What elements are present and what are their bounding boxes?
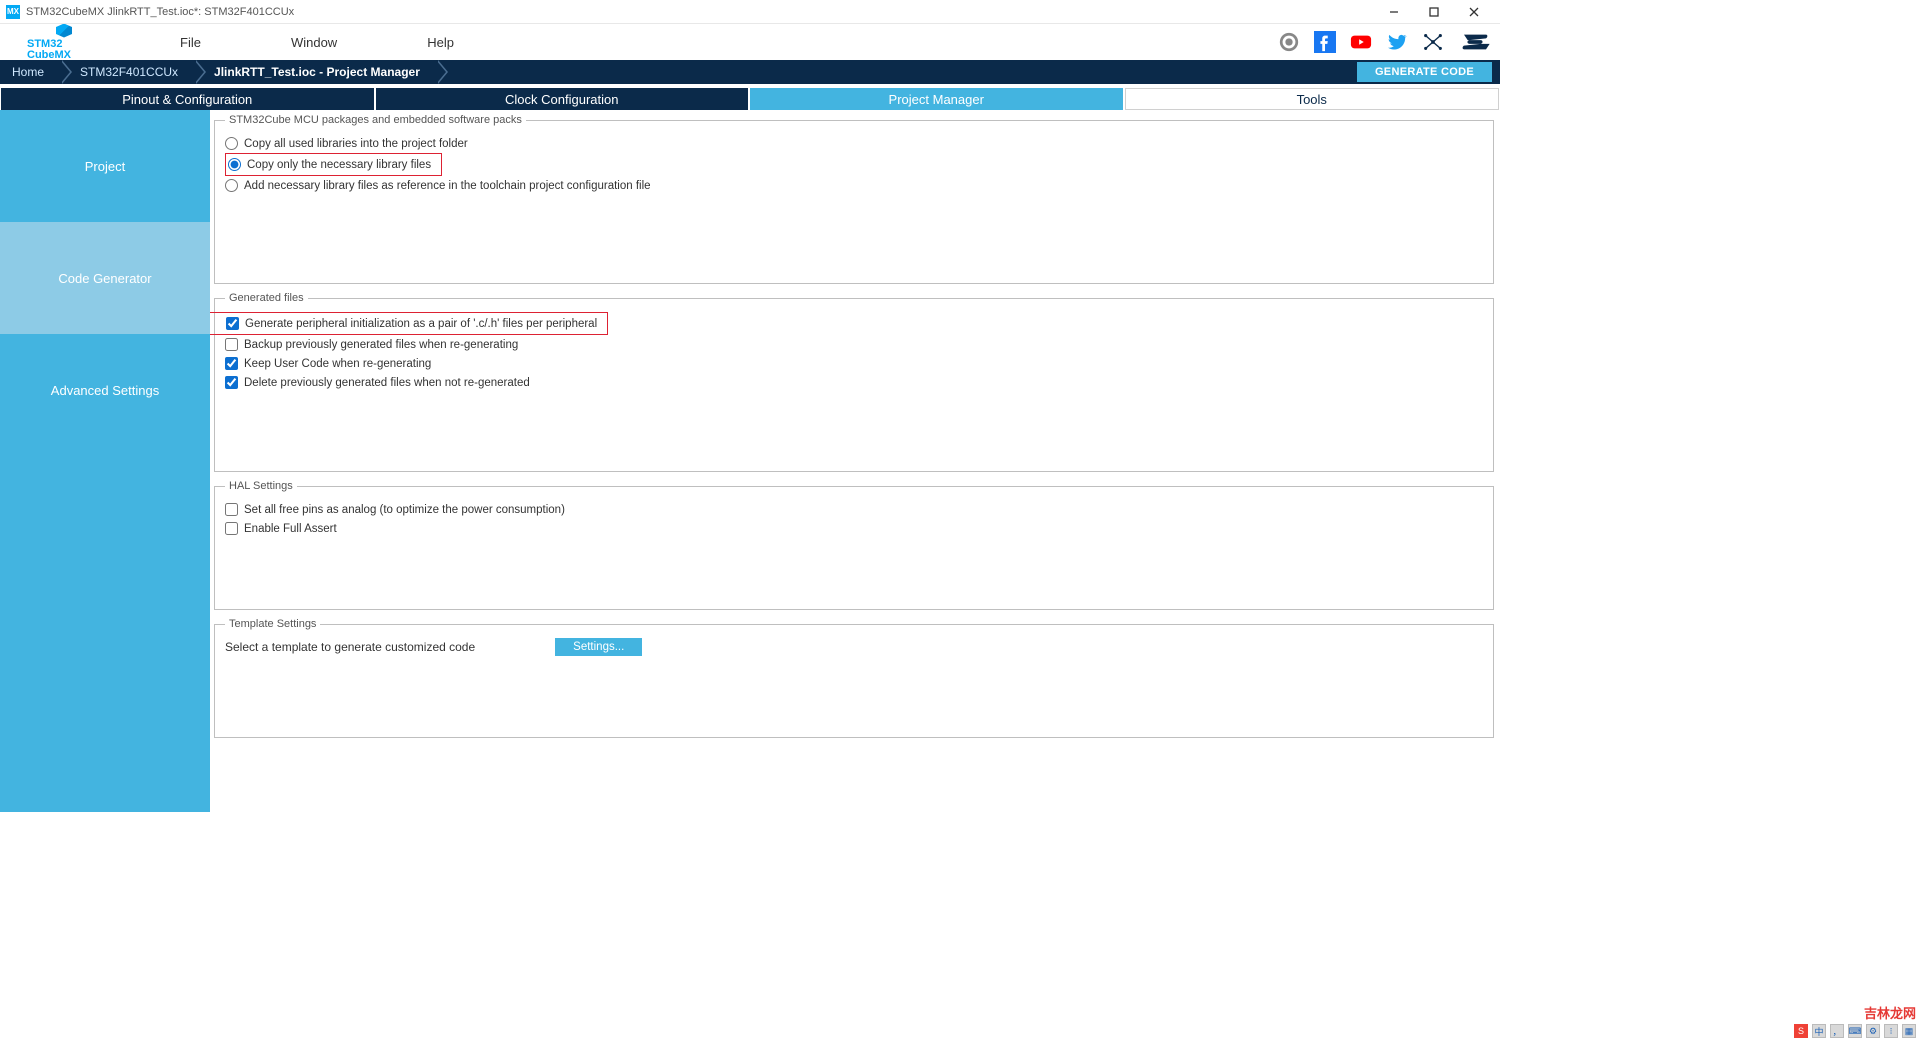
ime-cfg2[interactable]: ⁝ bbox=[1884, 1024, 1898, 1038]
label-delete-prev: Delete previously generated files when n… bbox=[244, 377, 530, 389]
label-keep-user-code: Keep User Code when re-generating bbox=[244, 358, 431, 370]
check-delete-prev[interactable] bbox=[225, 376, 238, 389]
group-template-settings: Template Settings Select a template to g… bbox=[214, 618, 1494, 738]
twitter-icon[interactable] bbox=[1386, 31, 1408, 53]
check-backup[interactable] bbox=[225, 338, 238, 351]
youtube-icon[interactable] bbox=[1350, 31, 1372, 53]
ime-punct[interactable]: ， bbox=[1830, 1024, 1844, 1038]
app-icon: MX bbox=[6, 5, 20, 19]
label-gen-pair: Generate peripheral initialization as a … bbox=[245, 318, 597, 330]
network-icon[interactable] bbox=[1422, 31, 1444, 53]
st-logo-icon[interactable] bbox=[1458, 31, 1492, 53]
legend-packages: STM32Cube MCU packages and embedded soft… bbox=[225, 114, 526, 126]
sidebar-item-code-generator[interactable]: Code Generator bbox=[0, 222, 210, 334]
pm-sidebar: Project Code Generator Advanced Settings bbox=[0, 110, 210, 812]
app-logo: STM32CubeMX bbox=[0, 24, 90, 61]
window-controls bbox=[1374, 0, 1494, 24]
tab-project-manager[interactable]: Project Manager bbox=[750, 88, 1123, 110]
ime-cfg1[interactable]: ⚙ bbox=[1866, 1024, 1880, 1038]
opt-full-assert[interactable]: Enable Full Assert bbox=[225, 519, 1483, 538]
main-area: Project Code Generator Advanced Settings… bbox=[0, 110, 1500, 812]
opt-keep-user-code[interactable]: Keep User Code when re-generating bbox=[225, 354, 1483, 373]
menu-window[interactable]: Window bbox=[291, 35, 337, 50]
label-full-assert: Enable Full Assert bbox=[244, 523, 337, 535]
ime-grid[interactable]: ▦ bbox=[1902, 1024, 1916, 1038]
opt-gen-pair[interactable]: Generate peripheral initialization as a … bbox=[210, 314, 597, 333]
content-panel: STM32Cube MCU packages and embedded soft… bbox=[210, 110, 1500, 812]
cube-icon bbox=[56, 24, 72, 38]
tab-tools[interactable]: Tools bbox=[1125, 88, 1500, 110]
check-keep-user-code[interactable] bbox=[225, 357, 238, 370]
menubar: STM32CubeMX File Window Help bbox=[0, 24, 1500, 60]
opt-copy-all[interactable]: Copy all used libraries into the project… bbox=[225, 134, 1483, 153]
titlebar: MX STM32CubeMX JlinkRTT_Test.ioc*: STM32… bbox=[0, 0, 1500, 24]
label-add-reference: Add necessary library files as reference… bbox=[244, 180, 651, 192]
ime-lang[interactable]: 中 bbox=[1812, 1024, 1826, 1038]
opt-add-reference[interactable]: Add necessary library files as reference… bbox=[225, 176, 1483, 195]
ime-bar: S 中 ， ⌨ ⚙ ⁝ ▦ bbox=[1794, 1024, 1916, 1038]
crumb-home[interactable]: Home bbox=[0, 60, 60, 84]
label-backup: Backup previously generated files when r… bbox=[244, 339, 518, 351]
sidebar-item-project[interactable]: Project bbox=[0, 110, 210, 222]
opt-delete-prev[interactable]: Delete previously generated files when n… bbox=[225, 373, 1483, 392]
menu-file[interactable]: File bbox=[180, 35, 201, 50]
legend-hal: HAL Settings bbox=[225, 480, 297, 492]
tab-pinout[interactable]: Pinout & Configuration bbox=[1, 88, 374, 110]
sidebar-fill bbox=[0, 446, 210, 812]
radio-copy-necessary[interactable] bbox=[228, 158, 241, 171]
maximize-button[interactable] bbox=[1414, 0, 1454, 24]
group-hal-settings: HAL Settings Set all free pins as analog… bbox=[214, 480, 1494, 610]
ime-icon[interactable]: S bbox=[1794, 1024, 1808, 1038]
generate-code-button[interactable]: GENERATE CODE bbox=[1357, 62, 1492, 82]
label-free-pins-analog: Set all free pins as analog (to optimize… bbox=[244, 504, 565, 516]
minimize-button[interactable] bbox=[1374, 0, 1414, 24]
radio-copy-all[interactable] bbox=[225, 137, 238, 150]
tab-clock[interactable]: Clock Configuration bbox=[376, 88, 749, 110]
close-button[interactable] bbox=[1454, 0, 1494, 24]
template-settings-button[interactable]: Settings... bbox=[555, 638, 642, 656]
ime-soft[interactable]: ⌨ bbox=[1848, 1024, 1862, 1038]
facebook-icon[interactable] bbox=[1314, 31, 1336, 53]
opt-backup[interactable]: Backup previously generated files when r… bbox=[225, 335, 1483, 354]
label-copy-necessary: Copy only the necessary library files bbox=[247, 159, 431, 171]
check-gen-pair[interactable] bbox=[226, 317, 239, 330]
crumb-page[interactable]: JlinkRTT_Test.ioc - Project Manager bbox=[194, 60, 436, 84]
check-free-pins-analog[interactable] bbox=[225, 503, 238, 516]
radio-add-reference[interactable] bbox=[225, 179, 238, 192]
breadcrumb: Home STM32F401CCUx JlinkRTT_Test.ioc - P… bbox=[0, 60, 1500, 84]
highlight-necessary: Copy only the necessary library files bbox=[225, 153, 442, 176]
opt-copy-necessary[interactable]: Copy only the necessary library files bbox=[228, 155, 431, 174]
menu-help[interactable]: Help bbox=[427, 35, 454, 50]
window-title: STM32CubeMX JlinkRTT_Test.ioc*: STM32F40… bbox=[26, 6, 1374, 18]
social-icons bbox=[1278, 31, 1492, 53]
legend-template: Template Settings bbox=[225, 618, 320, 630]
legend-generated-files: Generated files bbox=[225, 292, 308, 304]
check-full-assert[interactable] bbox=[225, 522, 238, 535]
group-packages: STM32Cube MCU packages and embedded soft… bbox=[214, 114, 1494, 284]
badge-icon[interactable] bbox=[1278, 31, 1300, 53]
opt-free-pins-analog[interactable]: Set all free pins as analog (to optimize… bbox=[225, 500, 1483, 519]
main-tabs: Pinout & Configuration Clock Configurati… bbox=[0, 88, 1500, 110]
sidebar-item-advanced[interactable]: Advanced Settings bbox=[0, 334, 210, 446]
label-copy-all: Copy all used libraries into the project… bbox=[244, 138, 468, 150]
watermark: 吉林龙网 bbox=[1864, 1003, 1916, 1022]
crumb-chip[interactable]: STM32F401CCUx bbox=[60, 60, 194, 84]
template-prompt: Select a template to generate customized… bbox=[225, 640, 475, 654]
group-generated-files: Generated files Generate peripheral init… bbox=[214, 292, 1494, 472]
